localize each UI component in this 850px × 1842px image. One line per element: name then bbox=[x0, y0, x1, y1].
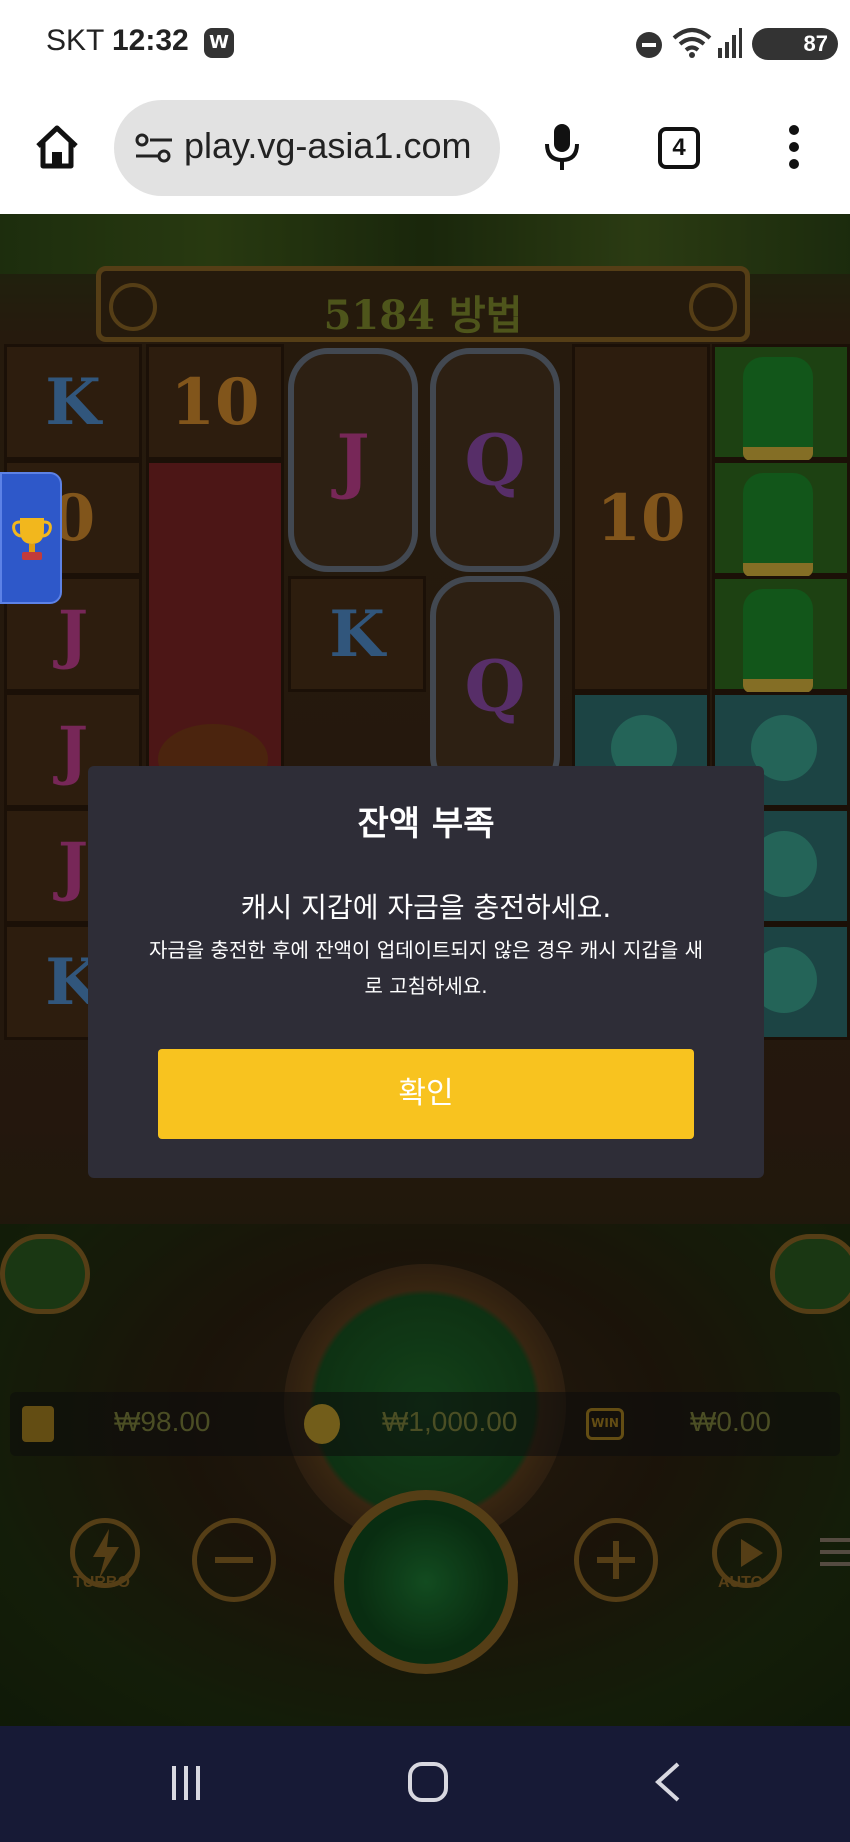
battery-indicator: 87 bbox=[752, 28, 838, 60]
more-options-icon[interactable] bbox=[784, 124, 804, 170]
wifi-icon bbox=[672, 28, 712, 58]
tournament-tab[interactable] bbox=[0, 472, 62, 604]
app-notification-icon: W bbox=[204, 28, 234, 58]
do-not-disturb-icon bbox=[636, 32, 662, 58]
dialog-message: 캐시 지갑에 자금을 충전하세요. bbox=[240, 891, 612, 924]
dialog-submessage: 자금을 충전한 후에 잔액이 업데이트되지 않은 경우 캐시 지갑을 새로 고침… bbox=[148, 938, 704, 998]
tab-switcher-button[interactable]: 4 bbox=[658, 127, 700, 169]
site-settings-icon[interactable] bbox=[134, 130, 174, 166]
insufficient-balance-dialog: 잔액 부족 캐시 지갑에 자금을 충전하세요. 자금을 충전한 후에 잔액이 업… bbox=[88, 766, 764, 1178]
status-bar: SKT 12:32 W 87 bbox=[0, 0, 850, 86]
microphone-icon[interactable] bbox=[542, 122, 582, 172]
trophy-icon bbox=[12, 518, 52, 560]
recent-apps-icon[interactable] bbox=[172, 1766, 208, 1802]
home-nav-icon[interactable] bbox=[408, 1762, 448, 1802]
confirm-button[interactable]: 확인 bbox=[158, 1049, 694, 1139]
back-icon[interactable] bbox=[652, 1760, 682, 1804]
signal-icon bbox=[718, 28, 742, 58]
browser-toolbar: play.vg-asia1.com 4 bbox=[0, 86, 850, 214]
carrier-label: SKT bbox=[46, 24, 105, 57]
address-bar[interactable]: play.vg-asia1.com bbox=[114, 100, 500, 196]
system-navigation-bar bbox=[0, 1726, 850, 1842]
dialog-title: 잔액 부족 bbox=[357, 804, 495, 844]
home-icon[interactable] bbox=[34, 124, 80, 170]
clock: 12:32 bbox=[112, 24, 189, 57]
url-text[interactable]: play.vg-asia1.com bbox=[184, 125, 471, 167]
